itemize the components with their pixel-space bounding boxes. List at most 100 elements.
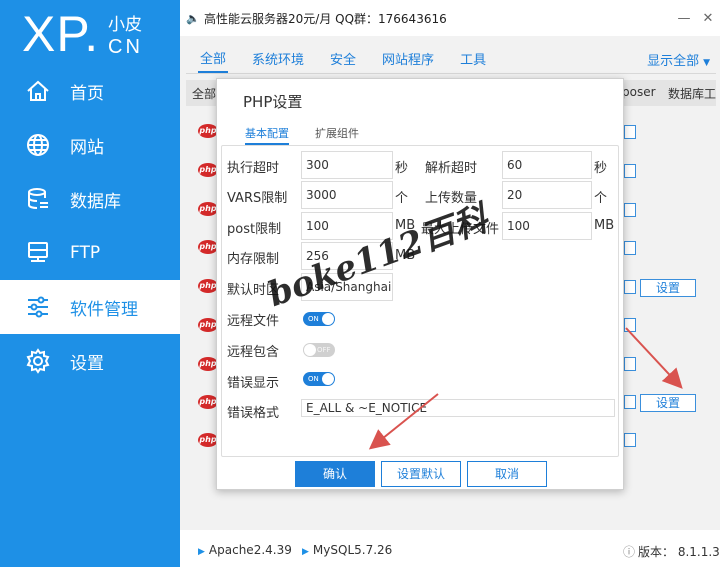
toggle-knob	[322, 313, 334, 325]
timezone-select[interactable]: Asia/Shanghai	[301, 273, 393, 301]
speaker-icon: 🔈	[186, 11, 200, 25]
mysql-status[interactable]: ▶ MySQL5.7.26	[302, 543, 392, 557]
tab-tools[interactable]: 工具	[458, 45, 488, 72]
cancel-button[interactable]: 取消	[467, 461, 547, 487]
remote-file-toggle[interactable]: ON	[303, 312, 335, 326]
row-checkbox[interactable]	[624, 125, 636, 139]
vars-limit-input[interactable]: 3000	[301, 181, 393, 209]
memory-limit-input[interactable]: 256	[301, 242, 393, 270]
sidebar-item-settings[interactable]: 设置	[0, 334, 180, 388]
apache-label: Apache2.4.39	[208, 543, 292, 557]
parse-timeout-unit: 秒	[594, 161, 608, 176]
column-header-db-tool: 数据库工	[668, 87, 717, 101]
tab-system-env[interactable]: 系统环境	[250, 45, 306, 72]
ftp-icon	[24, 239, 52, 267]
parse-timeout-label: 解析超时	[425, 161, 478, 176]
error-format-input[interactable]: E_ALL & ~E_NOTICE	[301, 399, 615, 417]
sidebar-item-ftp[interactable]: FTP	[0, 226, 180, 280]
play-icon: ▶	[302, 547, 309, 557]
row-checkbox[interactable]	[624, 318, 636, 332]
row-checkbox[interactable]	[624, 280, 636, 294]
post-limit-unit: MB	[395, 218, 416, 233]
minimize-button[interactable]: —	[672, 11, 696, 26]
ad-notice[interactable]: 高性能云服务器20元/月 QQ群：176643616	[204, 10, 447, 27]
vars-limit-unit: 个	[395, 191, 409, 206]
dialog-title: PHP设置	[243, 93, 303, 111]
post-limit-input[interactable]: 100	[301, 212, 393, 240]
timezone-label: 默认时区	[227, 283, 280, 298]
vars-limit-label: VARS限制	[227, 191, 288, 206]
memory-limit-unit: MB	[395, 248, 416, 263]
row-settings-button[interactable]: 设置	[640, 279, 696, 297]
tab-all[interactable]: 全部	[198, 44, 229, 73]
sidebar-item-label: 数据库	[70, 191, 121, 212]
show-all-label: 显示全部	[647, 54, 700, 69]
top-bar: 🔈 高性能云服务器20元/月 QQ群：176643616 — ✕	[180, 0, 720, 36]
logo-main: XP.	[22, 6, 100, 62]
php-icon: php	[198, 433, 218, 447]
toggle-knob	[322, 373, 334, 385]
sidebar-item-label: FTP	[70, 243, 101, 263]
remote-include-label: 远程包含	[227, 345, 280, 360]
close-button[interactable]: ✕	[696, 11, 720, 26]
parse-timeout-input[interactable]: 60	[502, 151, 592, 179]
sidebar-item-software[interactable]: 软件管理	[0, 280, 180, 334]
sidebar-item-websites[interactable]: 网站	[0, 118, 180, 172]
toggle-state: ON	[308, 315, 319, 323]
upload-count-unit: 个	[594, 191, 608, 206]
show-all-dropdown[interactable]: 显示全部 ▼	[647, 50, 710, 69]
info-icon: ⓘ	[623, 545, 636, 559]
row-checkbox[interactable]	[624, 433, 636, 447]
set-default-button[interactable]: 设置默认	[381, 461, 461, 487]
php-icon: php	[198, 202, 218, 216]
row-checkbox[interactable]	[624, 241, 636, 255]
upload-count-label: 上传数量	[425, 191, 478, 206]
row-checkbox[interactable]	[624, 164, 636, 178]
tab-web-apps[interactable]: 网站程序	[380, 45, 436, 72]
remote-file-label: 远程文件	[227, 314, 280, 329]
php-icon: php	[198, 163, 218, 177]
globe-icon	[24, 131, 52, 159]
sidebar-item-label: 软件管理	[70, 299, 138, 320]
tab-extensions[interactable]: 扩展组件	[315, 125, 359, 141]
max-upload-input[interactable]: 100	[502, 212, 592, 240]
php-settings-dialog: PHP设置 基本配置 扩展组件 执行超时 300 秒 解析超时 60 秒 VAR…	[216, 78, 624, 490]
row-settings-button[interactable]: 设置	[640, 394, 696, 412]
column-header-all: 全部	[192, 87, 217, 101]
gear-icon	[24, 347, 52, 375]
php-icon: php	[198, 240, 218, 254]
chevron-down-icon: ▼	[703, 58, 710, 68]
window-controls: — ✕	[672, 0, 720, 36]
memory-limit-label: 内存限制	[227, 252, 280, 267]
tab-basic-config[interactable]: 基本配置	[245, 125, 289, 145]
sidebar-item-database[interactable]: 数据库	[0, 172, 180, 226]
row-checkbox[interactable]	[624, 395, 636, 409]
sidebar-item-label: 首页	[70, 83, 104, 104]
max-upload-label: 最大上传文件	[421, 222, 500, 237]
exec-timeout-unit: 秒	[395, 161, 409, 176]
remote-include-toggle[interactable]: OFF	[303, 343, 335, 357]
tab-security[interactable]: 安全	[328, 45, 358, 72]
sidebar-item-home[interactable]: 首页	[0, 64, 180, 118]
php-icon: php	[198, 124, 218, 138]
post-limit-label: post限制	[227, 222, 282, 237]
toggle-knob	[304, 344, 316, 356]
category-tabs: 全部 系统环境 安全 网站程序 工具 显示全部 ▼	[186, 44, 716, 74]
error-display-toggle[interactable]: ON	[303, 372, 335, 386]
php-icon: php	[198, 279, 218, 293]
error-format-label: 错误格式	[227, 406, 280, 421]
toggle-state: OFF	[317, 346, 331, 354]
row-checkbox[interactable]	[624, 357, 636, 371]
logo-subtitle: 小皮	[108, 15, 142, 35]
toggle-state: ON	[308, 375, 319, 383]
row-checkbox[interactable]	[624, 203, 636, 217]
max-upload-unit: MB	[594, 218, 615, 233]
confirm-button[interactable]: 确认	[295, 461, 375, 487]
sidebar-item-label: 设置	[70, 353, 104, 374]
upload-count-input[interactable]: 20	[502, 181, 592, 209]
sidebar-item-label: 网站	[70, 137, 104, 158]
apache-status[interactable]: ▶ Apache2.4.39	[198, 543, 292, 557]
version-info: ⓘ 版本： 8.1.1.3	[623, 543, 720, 560]
mysql-label: MySQL5.7.26	[312, 543, 393, 557]
exec-timeout-input[interactable]: 300	[301, 151, 393, 179]
